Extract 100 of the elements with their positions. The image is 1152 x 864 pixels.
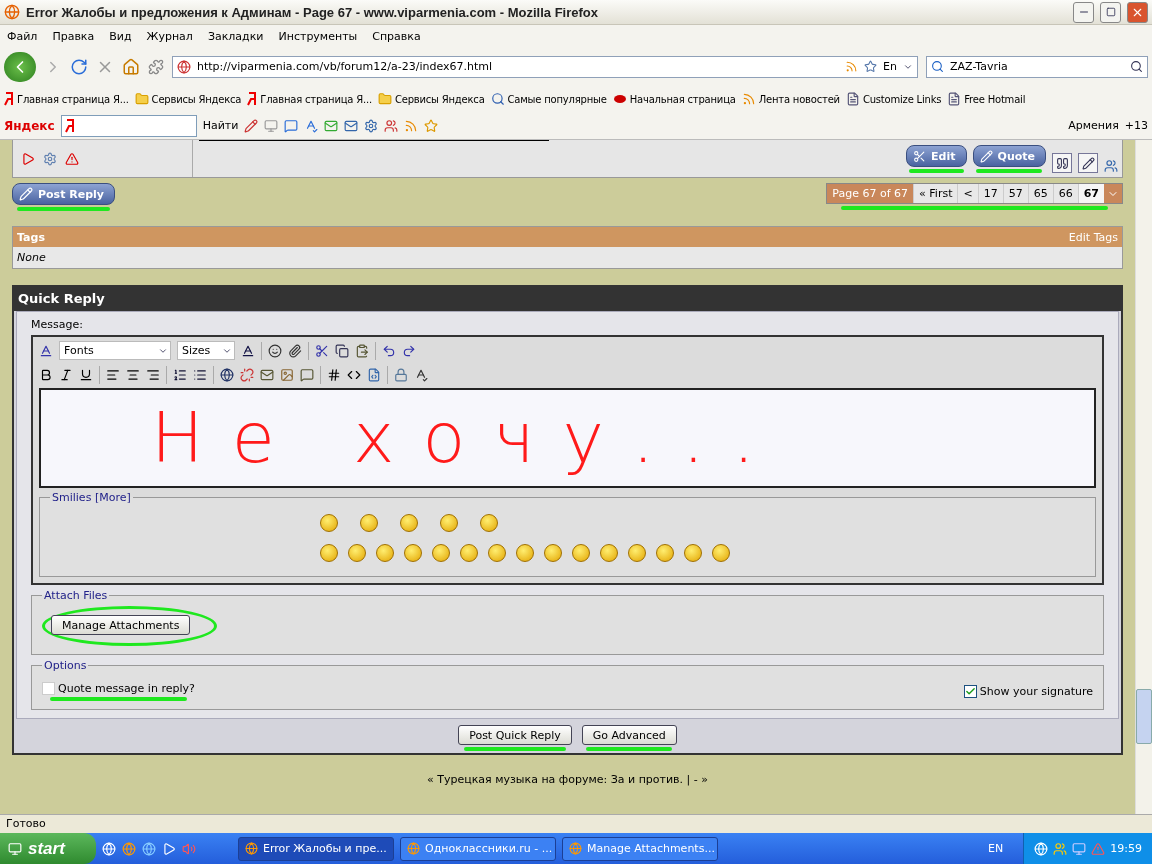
italic-icon[interactable] bbox=[59, 367, 73, 382]
spellcheck-icon[interactable] bbox=[414, 367, 428, 382]
quick-edit-button[interactable] bbox=[1078, 153, 1098, 173]
page-link[interactable]: 66 bbox=[1052, 184, 1078, 203]
feed-icon[interactable] bbox=[404, 118, 419, 133]
font-color-icon[interactable] bbox=[241, 343, 255, 358]
taskbar-button[interactable]: Одноклассники.ru - ... bbox=[400, 836, 556, 861]
more-smilies-link[interactable]: [More] bbox=[94, 491, 131, 504]
quicklaunch-icon[interactable] bbox=[122, 841, 136, 856]
mail-icon[interactable] bbox=[324, 118, 339, 133]
scrollbar-thumb[interactable] bbox=[1136, 689, 1152, 744]
menu-item[interactable]: Закладки bbox=[207, 29, 264, 43]
bookmark-item[interactable]: Free Hotmail bbox=[947, 92, 1026, 106]
back-button[interactable] bbox=[4, 51, 36, 82]
user-icon[interactable] bbox=[1104, 159, 1118, 173]
toolbar-search-field[interactable] bbox=[60, 114, 197, 137]
page-link[interactable]: 67 bbox=[1077, 184, 1104, 203]
menu-item[interactable]: Файл bbox=[7, 29, 38, 43]
page-link[interactable]: 57 bbox=[1002, 184, 1028, 203]
menu-item[interactable]: Инструменты bbox=[278, 29, 358, 43]
menu-item[interactable]: Журнал bbox=[146, 29, 193, 43]
star-icon[interactable] bbox=[424, 118, 439, 133]
link-icon[interactable] bbox=[220, 367, 234, 382]
remove-format-icon[interactable] bbox=[39, 343, 53, 358]
smiley-icon[interactable] bbox=[268, 343, 282, 358]
manage-attachments-button[interactable]: Manage Attachments bbox=[51, 615, 191, 635]
home-icon[interactable] bbox=[122, 57, 140, 76]
paste-icon[interactable] bbox=[355, 343, 369, 358]
multiquote-button[interactable] bbox=[1052, 153, 1072, 173]
reload-icon[interactable] bbox=[70, 57, 88, 76]
find-button[interactable]: Найти bbox=[202, 119, 239, 132]
region-label[interactable]: Армения bbox=[1068, 119, 1119, 132]
redo-icon[interactable] bbox=[402, 343, 416, 358]
mail-icon[interactable] bbox=[344, 118, 359, 133]
search-field[interactable]: ZAZ-Tavria bbox=[926, 55, 1148, 78]
chat-icon[interactable] bbox=[284, 118, 299, 133]
quote-button[interactable]: Quote bbox=[972, 145, 1046, 167]
taskbar-button[interactable]: Error Жалобы и пре... bbox=[238, 836, 394, 861]
bookmark-item[interactable]: Начальная страница bbox=[612, 93, 736, 105]
copy-icon[interactable] bbox=[335, 343, 349, 358]
bookmark-item[interactable]: Главная страница Я... bbox=[4, 92, 129, 106]
bookmark-item[interactable]: Самые популярные bbox=[490, 92, 607, 106]
bookmark-item[interactable]: Сервисы Яндекса bbox=[377, 92, 485, 106]
menu-item[interactable]: Правка bbox=[52, 29, 95, 43]
dropdown-button[interactable] bbox=[1104, 184, 1122, 203]
bullet-list-icon[interactable] bbox=[193, 367, 207, 382]
lock-icon[interactable] bbox=[394, 367, 408, 382]
page-link[interactable]: « First bbox=[913, 184, 958, 203]
hash-icon[interactable] bbox=[327, 367, 341, 382]
unlink-icon[interactable] bbox=[240, 367, 254, 382]
tray-icon[interactable] bbox=[1072, 841, 1087, 856]
cut-icon[interactable] bbox=[315, 343, 329, 358]
post-reply-button[interactable]: Post Reply bbox=[12, 183, 115, 205]
checkbox[interactable] bbox=[963, 685, 977, 698]
email-icon[interactable] bbox=[260, 367, 274, 382]
menu-item[interactable]: Вид bbox=[109, 29, 132, 43]
people-icon[interactable] bbox=[384, 118, 399, 133]
underline-icon[interactable] bbox=[79, 367, 93, 382]
bold-icon[interactable] bbox=[39, 367, 53, 382]
tray-icon[interactable] bbox=[1053, 841, 1068, 856]
edit-button[interactable]: Edit bbox=[906, 145, 967, 167]
align-right-icon[interactable] bbox=[146, 367, 160, 382]
size-select[interactable]: Sizes bbox=[177, 341, 235, 360]
go-advanced-button[interactable]: Go Advanced bbox=[581, 725, 677, 745]
quicklaunch-icon[interactable] bbox=[142, 841, 156, 856]
bookmark-item[interactable]: Главная страница Я... bbox=[247, 92, 372, 106]
restore-button[interactable] bbox=[1100, 1, 1121, 23]
quote-icon[interactable] bbox=[300, 367, 314, 382]
address-field[interactable]: http://viparmenia.com/vb/forum12/a-23/index67.html En bbox=[172, 55, 918, 78]
align-center-icon[interactable] bbox=[126, 367, 140, 382]
menu-item[interactable]: Справка bbox=[372, 29, 421, 43]
language-indicator[interactable]: EN bbox=[988, 842, 1004, 855]
page-link[interactable]: 65 bbox=[1027, 184, 1053, 203]
message-input[interactable]: Не хочу... bbox=[39, 388, 1096, 488]
close-button[interactable] bbox=[1127, 1, 1148, 23]
page-link[interactable]: 17 bbox=[977, 184, 1003, 203]
bookmark-item[interactable]: Сервисы Яндекса bbox=[134, 92, 242, 106]
bookmark-item[interactable]: Customize Links bbox=[845, 92, 942, 106]
paperclip-icon[interactable] bbox=[288, 343, 302, 358]
undo-icon[interactable] bbox=[382, 343, 396, 358]
pencil-icon[interactable] bbox=[244, 118, 259, 133]
php-icon[interactable] bbox=[367, 367, 381, 382]
numbered-list-icon[interactable] bbox=[173, 367, 187, 382]
puzzle-icon[interactable] bbox=[148, 58, 164, 75]
size-select-value: Sizes bbox=[182, 344, 211, 357]
spellcheck-icon[interactable] bbox=[304, 118, 319, 133]
taskbar-button[interactable]: Manage Attachments... bbox=[562, 836, 718, 861]
warning-icon[interactable] bbox=[65, 151, 79, 166]
toolbar-brand[interactable]: Яндекс bbox=[4, 118, 55, 133]
align-left-icon[interactable] bbox=[106, 367, 120, 382]
quicklaunch-icon[interactable] bbox=[162, 841, 176, 856]
options-title: Options bbox=[43, 659, 88, 672]
post-quick-reply-button[interactable]: Post Quick Reply bbox=[458, 725, 572, 745]
gear-icon[interactable] bbox=[364, 118, 379, 133]
minimize-button[interactable] bbox=[1073, 1, 1094, 23]
image-icon[interactable] bbox=[280, 367, 294, 382]
bookmark-item[interactable]: Лента новостей bbox=[741, 92, 840, 106]
thread-navigation-link[interactable]: « Турецкая музыка на форуме: За и против. | - » bbox=[427, 773, 708, 786]
font-select[interactable]: Fonts bbox=[59, 341, 171, 360]
page-link[interactable]: < bbox=[957, 184, 978, 203]
